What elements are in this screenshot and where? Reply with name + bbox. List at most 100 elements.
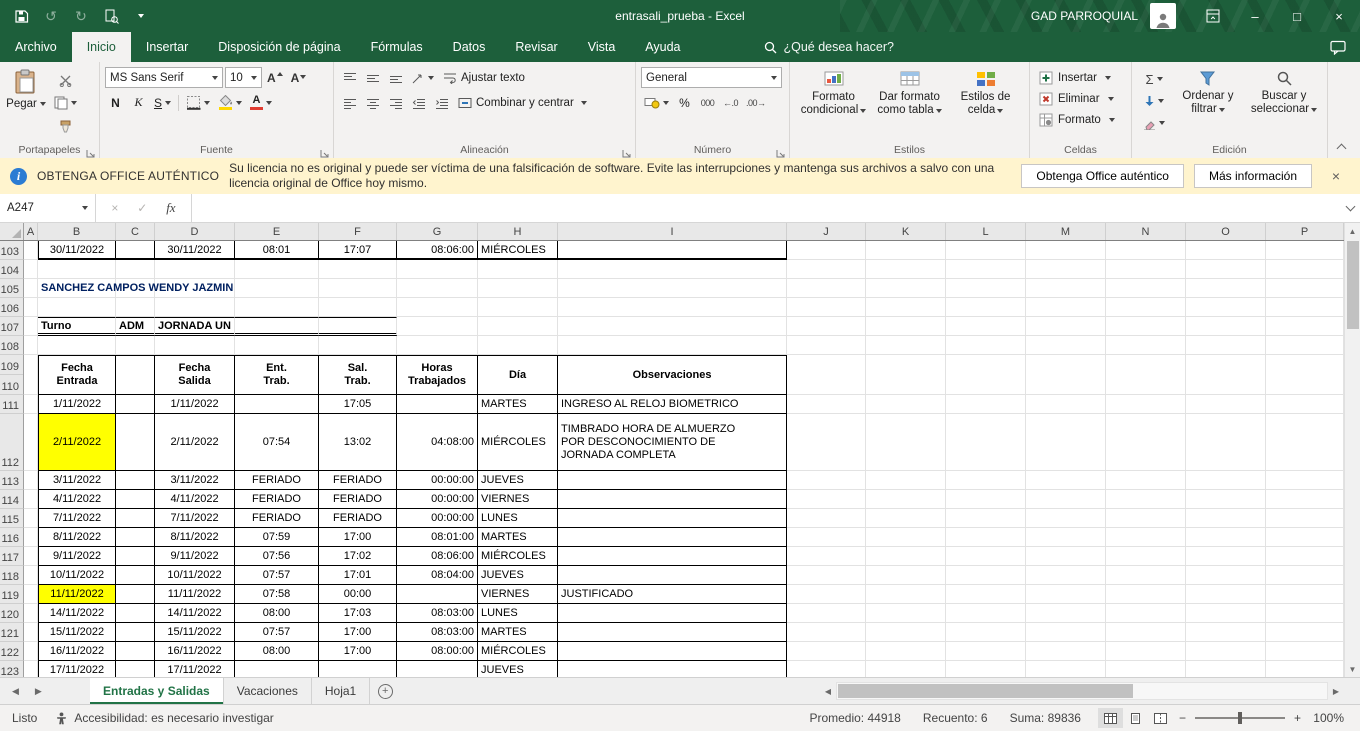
cell-I112[interactable]: TIMBRADO HORA DE ALMUERZO POR DESCONOCIM… bbox=[558, 414, 787, 471]
font-size-select[interactable]: 10 bbox=[225, 67, 262, 88]
borders-button[interactable] bbox=[183, 92, 213, 113]
column-header-A[interactable]: A bbox=[24, 223, 38, 240]
column-header-F[interactable]: F bbox=[319, 223, 397, 240]
cell-J104[interactable] bbox=[787, 260, 866, 279]
cell-I120[interactable] bbox=[558, 604, 787, 623]
cell-J122[interactable] bbox=[787, 642, 866, 661]
cell-C115[interactable] bbox=[116, 509, 155, 528]
cell-I111[interactable]: INGRESO AL RELOJ BIOMETRICO bbox=[558, 395, 787, 414]
cell-E112[interactable]: 07:54 bbox=[235, 414, 319, 471]
cell-D121[interactable]: 15/11/2022 bbox=[155, 623, 235, 642]
cell-M121[interactable] bbox=[1026, 623, 1106, 642]
cell-P108[interactable] bbox=[1266, 336, 1344, 355]
cell-D118[interactable]: 10/11/2022 bbox=[155, 566, 235, 585]
cell-L104[interactable] bbox=[946, 260, 1026, 279]
row-header-117[interactable]: 117 bbox=[0, 547, 24, 566]
cell-O109[interactable] bbox=[1186, 355, 1266, 395]
cell-G107[interactable] bbox=[397, 317, 478, 336]
cell-N106[interactable] bbox=[1106, 298, 1186, 317]
cell-L107[interactable] bbox=[946, 317, 1026, 336]
horizontal-scroll-thumb[interactable] bbox=[838, 684, 1133, 698]
scroll-right-icon[interactable]: ▶ bbox=[1328, 687, 1344, 696]
cell-M115[interactable] bbox=[1026, 509, 1106, 528]
cell-M105[interactable] bbox=[1026, 279, 1106, 298]
cell-J106[interactable] bbox=[787, 298, 866, 317]
cell-D109[interactable]: Fecha Salida bbox=[155, 355, 235, 395]
cell-A123[interactable] bbox=[24, 661, 38, 677]
cell-G123[interactable] bbox=[397, 661, 478, 677]
cell-M122[interactable] bbox=[1026, 642, 1106, 661]
name-box[interactable]: A247 bbox=[0, 194, 96, 222]
save-button[interactable] bbox=[6, 2, 36, 30]
cell-F109[interactable]: Sal. Trab. bbox=[319, 355, 397, 395]
cell-K103[interactable] bbox=[866, 241, 946, 260]
cell-I109[interactable]: Observaciones bbox=[558, 355, 787, 395]
cell-C116[interactable] bbox=[116, 528, 155, 547]
cell-E104[interactable] bbox=[235, 260, 319, 279]
cell-C117[interactable] bbox=[116, 547, 155, 566]
cell-N112[interactable] bbox=[1106, 414, 1186, 471]
cell-J105[interactable] bbox=[787, 279, 866, 298]
cell-G108[interactable] bbox=[397, 336, 478, 355]
cell-I105[interactable] bbox=[558, 279, 787, 298]
cell-K121[interactable] bbox=[866, 623, 946, 642]
cell-C114[interactable] bbox=[116, 490, 155, 509]
italic-button[interactable]: K bbox=[128, 92, 149, 113]
zoom-level[interactable]: 100% bbox=[1310, 711, 1350, 725]
cell-O112[interactable] bbox=[1186, 414, 1266, 471]
cell-P105[interactable] bbox=[1266, 279, 1344, 298]
cell-D117[interactable]: 9/11/2022 bbox=[155, 547, 235, 566]
align-right-button[interactable] bbox=[385, 92, 406, 113]
enter-icon[interactable]: ✓ bbox=[137, 201, 147, 215]
font-dialog-launcher[interactable] bbox=[320, 145, 330, 155]
cell-J118[interactable] bbox=[787, 566, 866, 585]
cell-B111[interactable]: 1/11/2022 bbox=[38, 395, 116, 414]
cell-O116[interactable] bbox=[1186, 528, 1266, 547]
cell-F111[interactable]: 17:05 bbox=[319, 395, 397, 414]
feedback-icon[interactable] bbox=[1330, 40, 1346, 55]
cell-N117[interactable] bbox=[1106, 547, 1186, 566]
vertical-scrollbar[interactable]: ▲ ▼ bbox=[1344, 223, 1360, 677]
cell-C108[interactable] bbox=[116, 336, 155, 355]
cell-K105[interactable] bbox=[866, 279, 946, 298]
cell-K117[interactable] bbox=[866, 547, 946, 566]
cell-D115[interactable]: 7/11/2022 bbox=[155, 509, 235, 528]
quick-access-customize-button[interactable] bbox=[126, 2, 156, 30]
decrease-indent-button[interactable] bbox=[408, 92, 429, 113]
ribbon-display-options-button[interactable] bbox=[1192, 0, 1234, 32]
paste-button[interactable]: Pegar bbox=[2, 65, 50, 141]
cell-C113[interactable] bbox=[116, 471, 155, 490]
more-info-button[interactable]: Más información bbox=[1194, 164, 1312, 188]
cell-E120[interactable]: 08:00 bbox=[235, 604, 319, 623]
cell-P119[interactable] bbox=[1266, 585, 1344, 604]
cell-I118[interactable] bbox=[558, 566, 787, 585]
row-header-123[interactable]: 123 bbox=[0, 661, 24, 677]
cell-O121[interactable] bbox=[1186, 623, 1266, 642]
cell-N119[interactable] bbox=[1106, 585, 1186, 604]
cell-L121[interactable] bbox=[946, 623, 1026, 642]
column-header-L[interactable]: L bbox=[946, 223, 1026, 240]
merge-center-button[interactable]: Combinar y centrar bbox=[454, 92, 591, 113]
row-header-115[interactable]: 115 bbox=[0, 509, 24, 528]
column-header-J[interactable]: J bbox=[787, 223, 866, 240]
cell-K104[interactable] bbox=[866, 260, 946, 279]
cell-A111[interactable] bbox=[24, 395, 38, 414]
cell-A105[interactable] bbox=[24, 279, 38, 298]
cell-D112[interactable]: 2/11/2022 bbox=[155, 414, 235, 471]
cell-C122[interactable] bbox=[116, 642, 155, 661]
cell-J123[interactable] bbox=[787, 661, 866, 677]
cell-M104[interactable] bbox=[1026, 260, 1106, 279]
cell-H112[interactable]: MIÉRCOLES bbox=[478, 414, 558, 471]
column-header-D[interactable]: D bbox=[155, 223, 235, 240]
cell-A106[interactable] bbox=[24, 298, 38, 317]
cell-A107[interactable] bbox=[24, 317, 38, 336]
cell-C104[interactable] bbox=[116, 260, 155, 279]
undo-button[interactable]: ↺ bbox=[36, 2, 66, 30]
cell-A116[interactable] bbox=[24, 528, 38, 547]
collapse-ribbon-button[interactable] bbox=[1332, 140, 1350, 154]
cell-E117[interactable]: 07:56 bbox=[235, 547, 319, 566]
align-top-button[interactable] bbox=[339, 67, 360, 88]
cell-L105[interactable] bbox=[946, 279, 1026, 298]
cell-L111[interactable] bbox=[946, 395, 1026, 414]
cell-K111[interactable] bbox=[866, 395, 946, 414]
